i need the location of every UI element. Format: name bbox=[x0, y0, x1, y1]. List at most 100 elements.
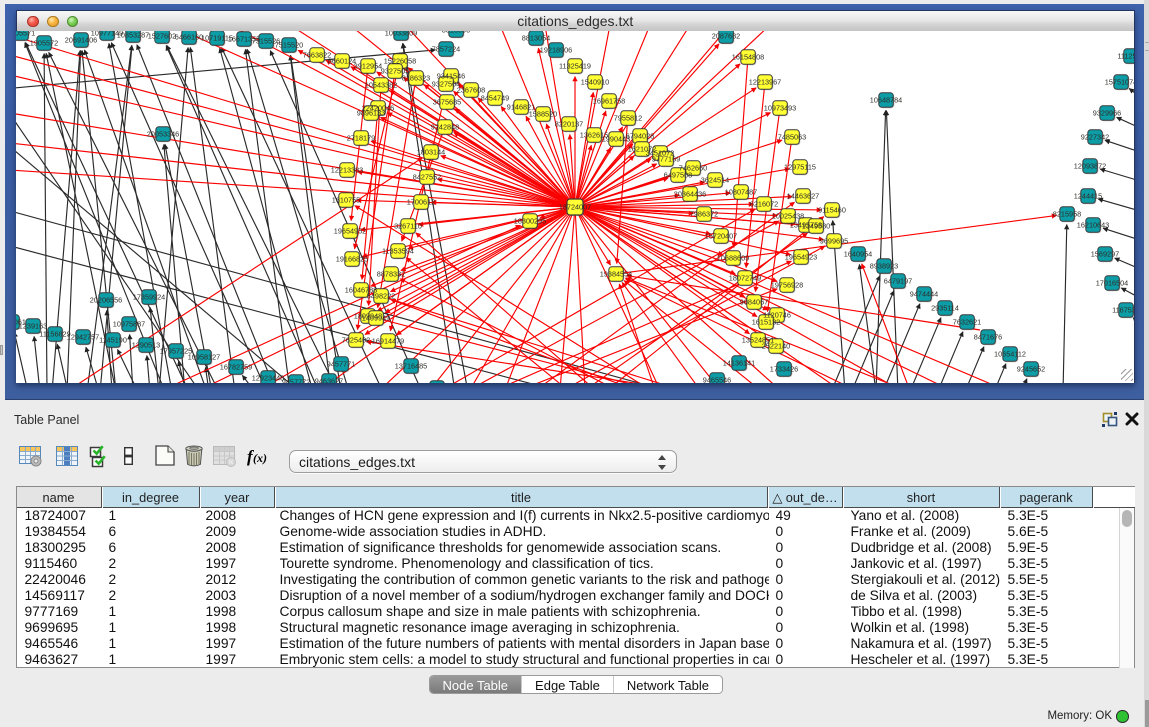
svg-text:1145190: 1145190 bbox=[99, 335, 127, 344]
svg-text:12093872: 12093872 bbox=[1074, 161, 1106, 170]
svg-text:7955812: 7955812 bbox=[614, 113, 642, 122]
svg-text:9463627: 9463627 bbox=[315, 376, 343, 383]
svg-text:9465546: 9465546 bbox=[703, 375, 731, 383]
svg-text:3912954: 3912954 bbox=[354, 61, 382, 70]
svg-text:16154808: 16154808 bbox=[732, 52, 764, 61]
svg-text:1569297: 1569297 bbox=[1091, 249, 1119, 258]
svg-text:9084067: 9084067 bbox=[740, 297, 768, 306]
svg-text:1167533: 1167533 bbox=[1112, 305, 1134, 314]
svg-text:12213967: 12213967 bbox=[749, 77, 781, 86]
svg-text:2935114: 2935114 bbox=[931, 303, 959, 312]
svg-text:8938923: 8938923 bbox=[870, 261, 898, 270]
svg-text:9699695: 9699695 bbox=[820, 236, 848, 245]
svg-text:9242848: 9242848 bbox=[431, 122, 459, 131]
svg-text:12213383: 12213383 bbox=[331, 165, 363, 174]
svg-text:8471676: 8471676 bbox=[974, 332, 1002, 341]
svg-text:13716485: 13716485 bbox=[395, 361, 427, 370]
svg-text:16782759: 16782759 bbox=[220, 362, 252, 371]
svg-text:1349580: 1349580 bbox=[802, 221, 830, 230]
svg-text:10958127: 10958127 bbox=[188, 352, 220, 361]
svg-text:3624514: 3624514 bbox=[701, 175, 729, 184]
svg-text:11325419: 11325419 bbox=[559, 61, 591, 70]
svg-text:8186323: 8186323 bbox=[402, 73, 430, 82]
svg-text:8813054: 8813054 bbox=[522, 33, 550, 42]
svg-text:7625402: 7625402 bbox=[342, 335, 370, 344]
svg-text:7515520: 7515520 bbox=[275, 40, 303, 49]
svg-text:12942757: 12942757 bbox=[67, 332, 99, 341]
svg-text:10688609: 10688609 bbox=[717, 253, 749, 262]
svg-text:2718179: 2718179 bbox=[347, 133, 375, 142]
svg-text:3267110: 3267110 bbox=[394, 221, 422, 230]
svg-text:1527602: 1527602 bbox=[148, 31, 176, 40]
svg-text:10853287: 10853287 bbox=[117, 31, 149, 39]
svg-text:10973493: 10973493 bbox=[764, 103, 796, 112]
svg-text:15751074: 15751074 bbox=[1105, 77, 1134, 86]
svg-text:18724007: 18724007 bbox=[559, 203, 591, 212]
svg-text:11353594: 11353594 bbox=[382, 246, 414, 255]
svg-text:10648784: 10648784 bbox=[870, 95, 902, 104]
svg-text:12975115: 12975115 bbox=[784, 162, 816, 171]
svg-text:9896133: 9896133 bbox=[357, 108, 385, 117]
svg-text:10033809: 10033809 bbox=[385, 31, 417, 37]
svg-text:20206556: 20206556 bbox=[90, 295, 122, 304]
svg-text:1409949: 1409949 bbox=[362, 313, 390, 322]
svg-text:10975887: 10975887 bbox=[113, 319, 145, 328]
svg-text:18300295: 18300295 bbox=[514, 216, 546, 225]
svg-text:10025438: 10025438 bbox=[772, 211, 804, 220]
svg-text:1290513: 1290513 bbox=[132, 340, 160, 349]
svg-text:18072749: 18072749 bbox=[729, 273, 761, 282]
svg-text:1905572: 1905572 bbox=[30, 38, 58, 47]
svg-text:8660124: 8660124 bbox=[328, 56, 356, 65]
svg-text:8454749: 8454749 bbox=[481, 93, 509, 102]
svg-text:9115460: 9115460 bbox=[818, 205, 846, 214]
svg-text:7857224: 7857224 bbox=[432, 44, 460, 53]
svg-text:1610755: 1610755 bbox=[332, 195, 360, 204]
svg-text:1588520: 1588520 bbox=[529, 109, 557, 118]
svg-text:15226058: 15226058 bbox=[384, 56, 416, 65]
svg-text:6497508: 6497508 bbox=[664, 170, 692, 179]
svg-text:14463627: 14463627 bbox=[787, 191, 819, 200]
svg-text:16961758: 16961758 bbox=[593, 96, 625, 105]
svg-text:19218906: 19218906 bbox=[540, 45, 572, 54]
svg-text:17359924: 17359924 bbox=[133, 292, 165, 301]
svg-text:9457772: 9457772 bbox=[282, 377, 310, 383]
svg-text:16914479: 16914479 bbox=[372, 336, 404, 345]
svg-text:9227342: 9227342 bbox=[1081, 132, 1109, 141]
svg-text:9245652: 9245652 bbox=[1017, 364, 1045, 373]
svg-text:9777169: 9777169 bbox=[652, 154, 680, 163]
svg-text:14136141: 14136141 bbox=[723, 358, 755, 367]
svg-text:1615132: 1615132 bbox=[752, 317, 780, 326]
svg-text:2087682: 2087682 bbox=[712, 31, 740, 40]
svg-text:19654952: 19654952 bbox=[334, 226, 366, 235]
svg-text:19756928: 19756928 bbox=[771, 280, 803, 289]
svg-text:19166825: 19166825 bbox=[336, 254, 368, 263]
svg-text:3675685: 3675685 bbox=[433, 97, 461, 106]
svg-text:8813090: 8813090 bbox=[442, 31, 470, 34]
svg-text:1640954: 1640954 bbox=[844, 249, 872, 258]
svg-text:19654923: 19654923 bbox=[785, 252, 817, 261]
svg-text:7632621: 7632621 bbox=[953, 317, 981, 326]
svg-text:5498222: 5498222 bbox=[367, 291, 395, 300]
svg-text:10807487: 10807487 bbox=[725, 187, 757, 196]
svg-text:6466160: 6466160 bbox=[175, 32, 203, 41]
svg-text:9474444: 9474444 bbox=[910, 289, 938, 298]
svg-text:16210643: 16210643 bbox=[1077, 220, 1109, 229]
svg-text:17016504: 17016504 bbox=[1096, 278, 1128, 287]
svg-text:20053346: 20053346 bbox=[147, 129, 179, 138]
svg-text:1540910: 1540910 bbox=[581, 77, 609, 86]
svg-text:1700612: 1700612 bbox=[407, 197, 435, 206]
svg-text:8427552: 8427552 bbox=[413, 172, 441, 181]
svg-text:9457771: 9457771 bbox=[327, 359, 355, 368]
svg-text:10654112: 10654112 bbox=[994, 349, 1026, 358]
svg-text:15720407: 15720407 bbox=[705, 231, 737, 240]
svg-text:10543382: 10543382 bbox=[365, 80, 397, 89]
svg-text:6794028: 6794028 bbox=[626, 131, 654, 140]
svg-text:6479197: 6479197 bbox=[884, 276, 912, 285]
svg-text:1244415: 1244415 bbox=[1074, 191, 1102, 200]
svg-text:1405571: 1405571 bbox=[16, 31, 35, 37]
svg-text:(x): (x) bbox=[253, 451, 267, 465]
svg-text:12923448: 12923448 bbox=[252, 373, 284, 382]
svg-text:1733426: 1733426 bbox=[770, 364, 798, 373]
svg-text:6216072: 6216072 bbox=[750, 199, 778, 208]
svg-text:20364436: 20364436 bbox=[674, 189, 706, 198]
